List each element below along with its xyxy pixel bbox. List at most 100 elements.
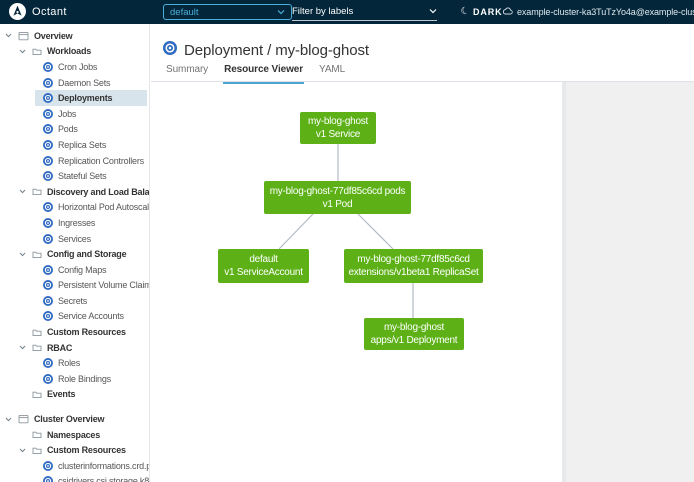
sidebar-item-replica-sets[interactable]: Replica Sets	[0, 137, 149, 153]
sidebar-item-ingresses[interactable]: Ingresses	[0, 215, 149, 231]
sidebar-item-label: Service Accounts	[58, 311, 124, 321]
folder-icon	[32, 187, 42, 196]
detail-side-panel	[562, 82, 694, 482]
cluster-context-selector[interactable]: example-cluster-ka3TuTzYo4a@example-clus…	[502, 0, 694, 24]
graph-node-label: default	[220, 253, 307, 266]
chevron-down-icon[interactable]	[19, 49, 32, 54]
resource-icon	[43, 202, 53, 212]
sidebar-item-service-accounts[interactable]: Service Accounts	[0, 309, 149, 325]
sidebar-item-events[interactable]: Events	[0, 387, 149, 403]
sidebar-item-workloads[interactable]: Workloads	[0, 44, 149, 60]
graph-node-service[interactable]: my-blog-ghostv1 Service	[300, 112, 376, 144]
sidebar-item-label: Cron Jobs	[58, 62, 97, 72]
sidebar-item-cluster-overview[interactable]: Cluster Overview	[0, 411, 149, 427]
sidebar-item-discovery-and-load-balancing[interactable]: Discovery and Load Balancing	[0, 184, 149, 200]
page-title-row: Deployment / my-blog-ghost	[163, 41, 369, 60]
sidebar-item-pods[interactable]: Pods	[0, 122, 149, 138]
folder-icon	[32, 250, 42, 259]
graph-node-label: my-blog-ghost-77df85c6cd	[346, 253, 481, 266]
graph-node-serviceaccount[interactable]: defaultv1 ServiceAccount	[218, 249, 309, 283]
chevron-down-icon[interactable]	[5, 33, 18, 38]
resource-icon	[43, 171, 53, 181]
resource-icon	[43, 109, 53, 119]
graph-node-label: v1 Pod	[266, 198, 409, 211]
sidebar-item-persistent-volume-claims[interactable]: Persistent Volume Claims	[0, 278, 149, 294]
graph-node-label: my-blog-ghost	[366, 321, 462, 334]
sidebar-item-label: Overview	[34, 31, 72, 41]
resource-icon	[43, 280, 53, 290]
sidebar-item-clusterinformations-crd-projec[interactable]: clusterinformations.crd.projec	[0, 458, 149, 474]
chevron-down-icon[interactable]	[5, 417, 18, 422]
sidebar-item-label: Discovery and Load Balancing	[47, 187, 149, 197]
graph-node-label: v1 ServiceAccount	[220, 266, 307, 279]
chevron-down-icon	[429, 6, 437, 17]
chevron-down-icon[interactable]	[19, 345, 32, 350]
sidebar-nav: Overview Workloads Cron Jobs Daemon Sets Dep…	[0, 24, 150, 482]
sidebar-item-custom-resources[interactable]: Custom Resources	[0, 324, 149, 340]
dark-label: DARK	[473, 7, 503, 17]
app-title: Octant	[32, 0, 67, 24]
sidebar-item-custom-resources[interactable]: Custom Resources	[0, 442, 149, 458]
cloud-icon	[502, 7, 513, 17]
sidebar-item-label: Services	[58, 234, 91, 244]
sidebar-item-label: Role Bindings	[58, 374, 111, 384]
sidebar-item-label: Cluster Overview	[34, 414, 104, 424]
filter-placeholder: Filter by labels	[292, 6, 353, 17]
sidebar-item-overview[interactable]: Overview	[0, 28, 149, 44]
sidebar-item-replication-controllers[interactable]: Replication Controllers	[0, 153, 149, 169]
folder-icon	[32, 390, 42, 399]
sidebar-item-csidrivers-csi-storage-k8s-io[interactable]: csidrivers.csi.storage.k8s.io	[0, 474, 149, 482]
sidebar-item-label: Jobs	[58, 109, 76, 119]
sidebar-item-rbac[interactable]: RBAC	[0, 340, 149, 356]
resource-icon	[43, 374, 53, 384]
filter-by-labels-input[interactable]: Filter by labels	[292, 3, 437, 21]
resource-icon	[43, 124, 53, 134]
sidebar-item-label: Config Maps	[58, 265, 106, 275]
dark-theme-toggle[interactable]: ☾ DARK	[461, 0, 503, 24]
sidebar-item-cron-jobs[interactable]: Cron Jobs	[0, 59, 149, 75]
chevron-down-icon[interactable]	[19, 189, 32, 194]
sidebar-item-label: Secrets	[58, 296, 87, 306]
folder-icon	[32, 328, 42, 337]
graph-node-deployment[interactable]: my-blog-ghostapps/v1 Deployment	[364, 318, 464, 350]
sidebar-item-secrets[interactable]: Secrets	[0, 293, 149, 309]
sidebar-item-horizontal-pod-autoscalers[interactable]: Horizontal Pod Autoscalers	[0, 200, 149, 216]
sidebar-item-config-and-storage[interactable]: Config and Storage	[0, 246, 149, 262]
resource-icon	[43, 461, 53, 471]
graph-node-label: my-blog-ghost	[302, 115, 374, 128]
chevron-down-icon	[277, 7, 285, 18]
sidebar-item-label: Namespaces	[47, 430, 100, 440]
graph-node-label: v1 Service	[302, 128, 374, 141]
sidebar-item-deployments[interactable]: Deployments	[0, 90, 149, 106]
chevron-down-icon[interactable]	[19, 252, 32, 257]
sidebar-item-label: Stateful Sets	[58, 171, 106, 181]
sidebar-item-label: Events	[47, 389, 75, 399]
graph-node-pod[interactable]: my-blog-ghost-77df85c6cd podsv1 Pod	[264, 181, 411, 214]
folder-icon	[32, 47, 42, 56]
sidebar-item-stateful-sets[interactable]: Stateful Sets	[0, 168, 149, 184]
sidebar-item-label: Persistent Volume Claims	[58, 280, 149, 290]
namespace-dropdown[interactable]: default	[163, 4, 292, 20]
top-header-bar: Octant default Filter by labels ☾ DARK e…	[0, 0, 694, 24]
resource-icon	[43, 296, 53, 306]
sidebar-item-label: Deployments	[58, 93, 112, 103]
sidebar-item-jobs[interactable]: Jobs	[0, 106, 149, 122]
octant-app: Octant default Filter by labels ☾ DARK e…	[0, 0, 694, 482]
chevron-down-icon[interactable]	[19, 448, 32, 453]
resource-viewer-graph: my-blog-ghostv1 Servicemy-blog-ghost-77d…	[151, 82, 562, 482]
sidebar-item-role-bindings[interactable]: Role Bindings	[0, 371, 149, 387]
cluster-context-label: example-cluster-ka3TuTzYo4a@example-clus…	[517, 7, 694, 17]
sidebar-item-config-maps[interactable]: Config Maps	[0, 262, 149, 278]
sidebar-item-services[interactable]: Services	[0, 231, 149, 247]
sidebar-item-label: Pods	[58, 124, 78, 134]
resource-icon	[43, 93, 53, 103]
folder-icon	[32, 446, 42, 455]
sidebar-item-daemon-sets[interactable]: Daemon Sets	[0, 75, 149, 91]
resource-icon	[43, 218, 53, 228]
graph-node-replicaset[interactable]: my-blog-ghost-77df85c6cdextensions/v1bet…	[344, 249, 483, 283]
sidebar-item-label: Roles	[58, 358, 80, 368]
sidebar-item-roles[interactable]: Roles	[0, 355, 149, 371]
resource-icon	[43, 265, 53, 275]
sidebar-item-namespaces[interactable]: Namespaces	[0, 427, 149, 443]
octant-logo-icon	[9, 3, 26, 20]
